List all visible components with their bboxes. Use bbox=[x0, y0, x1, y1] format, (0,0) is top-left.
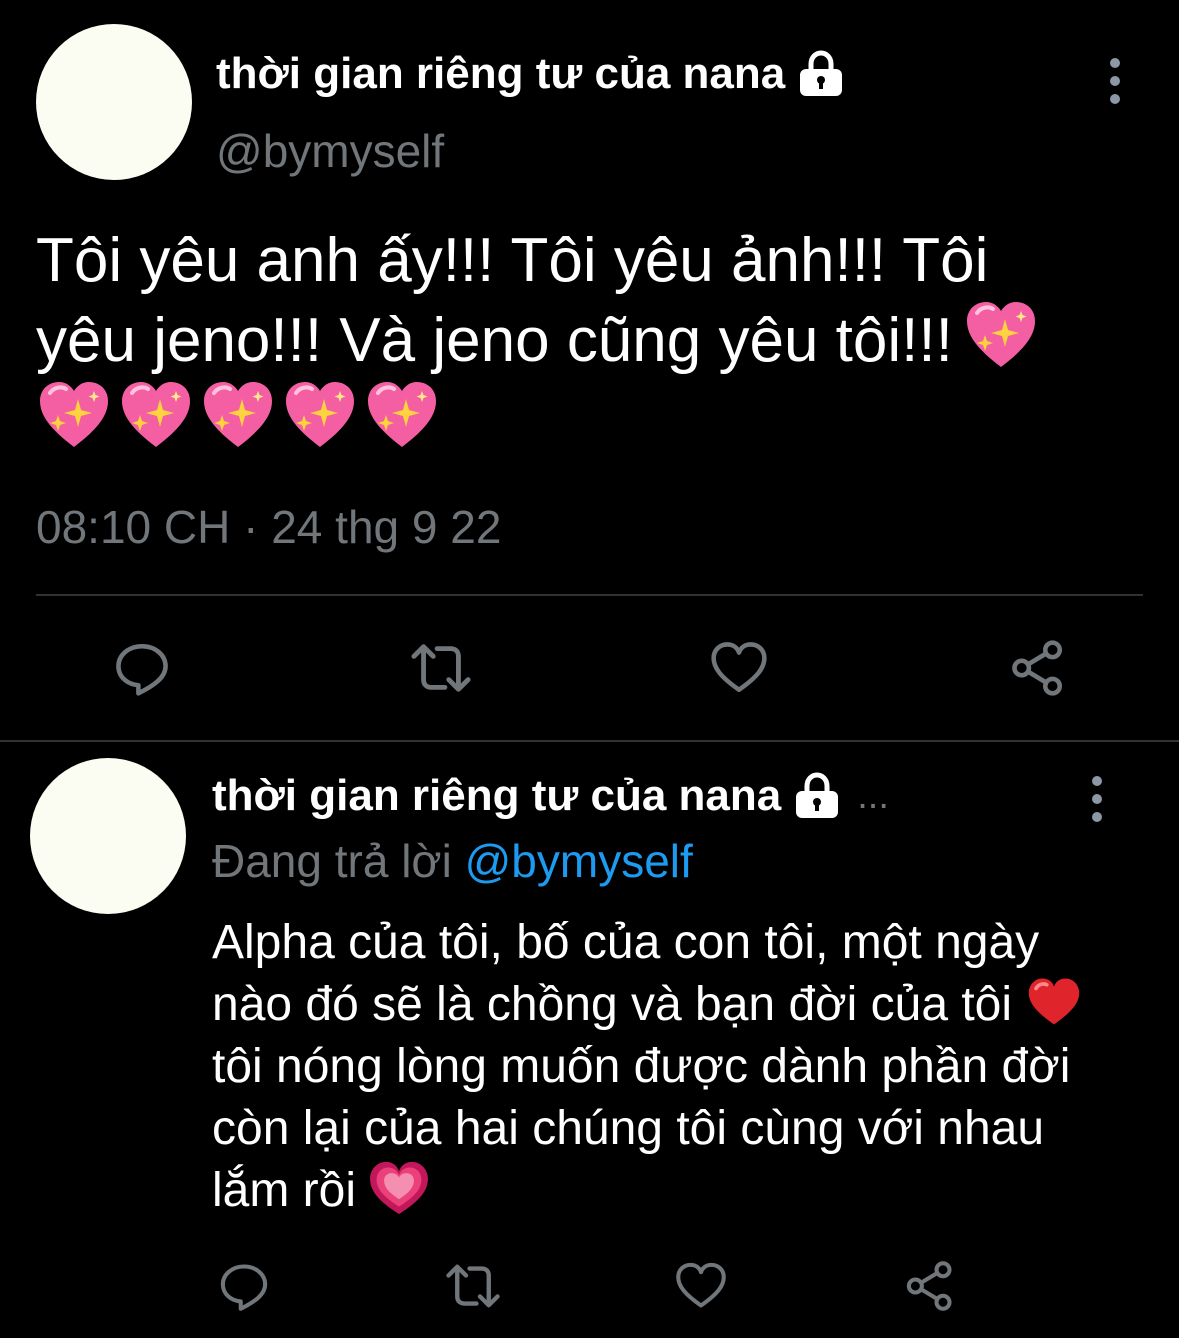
beating-heart-emoji bbox=[370, 1161, 429, 1215]
sparkling-heart-emoji bbox=[364, 379, 440, 451]
divider bbox=[0, 740, 1179, 742]
emoji-row bbox=[36, 379, 1146, 451]
share-icon bbox=[1009, 639, 1067, 697]
lock-icon bbox=[793, 772, 841, 820]
display-name[interactable]: thời gian riêng tư của nana ... bbox=[212, 768, 889, 824]
share-icon bbox=[904, 1260, 956, 1312]
retweet-button[interactable] bbox=[409, 636, 473, 700]
red-heart-emoji bbox=[1029, 978, 1080, 1025]
retweet-button[interactable] bbox=[441, 1254, 505, 1318]
display-name-text: thời gian riêng tư của nana bbox=[216, 49, 786, 98]
like-button[interactable] bbox=[669, 1254, 733, 1318]
retweet-icon bbox=[410, 637, 472, 699]
tweet-text-line: yêu jeno!!! Và jeno cũng yêu tôi!!! bbox=[36, 299, 1146, 379]
action-bar bbox=[212, 1254, 962, 1318]
sparkling-heart-emoji bbox=[118, 379, 194, 451]
display-name-text: thời gian riêng tư của nana bbox=[212, 771, 782, 820]
avatar[interactable] bbox=[30, 758, 186, 914]
more-vertical-icon[interactable] bbox=[1108, 58, 1122, 104]
tweet-text: Alpha của tôi, bố của con tôi, một ngày … bbox=[212, 912, 1112, 1222]
replying-to: Đang trả lời @bymyself bbox=[212, 834, 693, 888]
sparkling-heart-emoji bbox=[282, 379, 358, 451]
like-button[interactable] bbox=[707, 636, 771, 700]
share-button[interactable] bbox=[898, 1254, 962, 1318]
reply-icon bbox=[113, 639, 171, 697]
replying-label: Đang trả lời bbox=[212, 835, 452, 887]
main-tweet[interactable]: thời gian riêng tư của nana @bymyself Tô… bbox=[0, 0, 1179, 740]
tweet-text: Tôi yêu anh ấy!!! Tôi yêu ảnh!!! Tôi yêu… bbox=[36, 222, 1146, 451]
reply-button[interactable] bbox=[212, 1254, 276, 1318]
sparkling-heart-emoji bbox=[36, 379, 112, 451]
sparkling-heart-emoji bbox=[200, 379, 276, 451]
sparkling-heart-emoji bbox=[963, 299, 1039, 371]
avatar[interactable] bbox=[36, 24, 192, 180]
lock-icon bbox=[797, 50, 845, 98]
display-name[interactable]: thời gian riêng tư của nana bbox=[216, 46, 845, 102]
reply-button[interactable] bbox=[110, 636, 174, 700]
share-button[interactable] bbox=[1006, 636, 1070, 700]
retweet-icon bbox=[445, 1258, 501, 1314]
tweet-text-line: Tôi yêu anh ấy!!! Tôi yêu ảnh!!! Tôi bbox=[36, 226, 989, 295]
tweet-timestamp: 08:10 CH · 24 thg 9 22 bbox=[36, 501, 502, 553]
user-handle[interactable]: @bymyself bbox=[216, 124, 444, 178]
action-bar bbox=[110, 636, 1070, 700]
heart-icon bbox=[710, 639, 768, 697]
reply-icon bbox=[218, 1260, 270, 1312]
mention-link[interactable]: @bymyself bbox=[465, 835, 693, 887]
truncation-ellipsis: ... bbox=[857, 774, 889, 817]
heart-icon bbox=[675, 1260, 727, 1312]
divider bbox=[36, 594, 1143, 596]
more-vertical-icon[interactable] bbox=[1090, 776, 1104, 822]
